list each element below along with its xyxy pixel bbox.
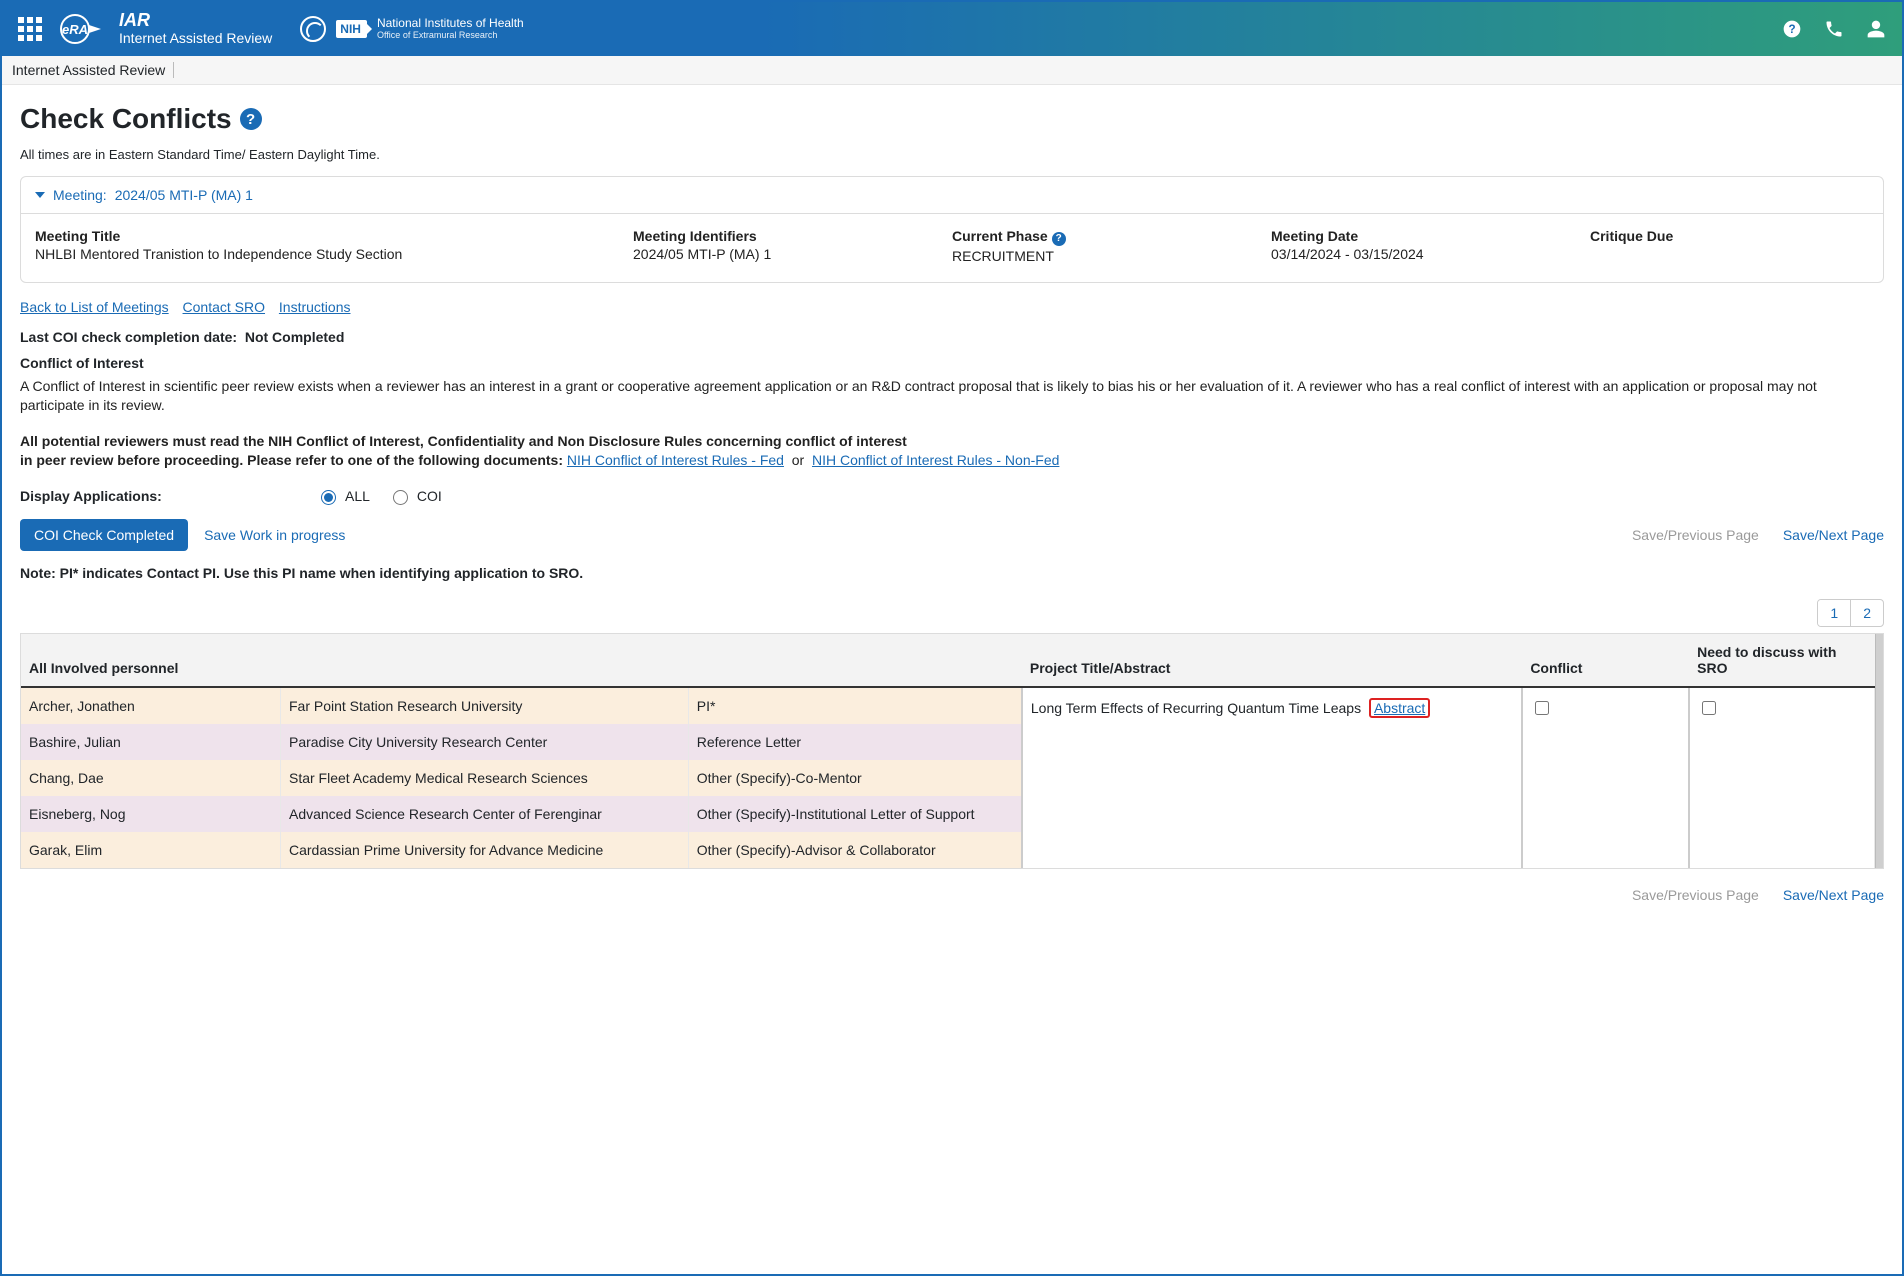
coi-rules-nonfed-link[interactable]: NIH Conflict of Interest Rules - Non-Fed xyxy=(812,452,1059,468)
abstract-link[interactable]: Abstract xyxy=(1369,698,1430,718)
critique-due-label: Critique Due xyxy=(1590,228,1869,244)
radio-coi[interactable]: COI xyxy=(388,487,442,505)
col-conflict: Conflict xyxy=(1522,634,1689,687)
discuss-cell xyxy=(1689,687,1874,868)
person-name: Eisneberg, Nog xyxy=(21,796,280,832)
hhs-nih-logo: NIH National Institutes of Health Office… xyxy=(300,16,523,42)
discuss-checkbox[interactable] xyxy=(1702,701,1716,715)
conflict-checkbox[interactable] xyxy=(1535,701,1549,715)
help-icon[interactable]: ? xyxy=(1782,19,1802,39)
phase-help-icon[interactable]: ? xyxy=(1052,232,1066,246)
phone-icon[interactable] xyxy=(1824,19,1844,39)
person-inst: Far Point Station Research University xyxy=(280,687,688,724)
save-previous-page-link-bottom: Save/Previous Page xyxy=(1632,887,1759,903)
conflicts-table: All Involved personnel Project Title/Abs… xyxy=(20,633,1884,869)
era-logo: eRA xyxy=(60,14,101,44)
app-launcher-icon[interactable] xyxy=(18,17,42,41)
person-role: Other (Specify)-Institutional Letter of … xyxy=(688,796,1022,832)
page-title: Check Conflicts ? xyxy=(20,103,1884,135)
current-phase-value: RECRUITMENT xyxy=(952,248,1231,264)
pagination: 1 2 xyxy=(20,599,1884,627)
svg-text:?: ? xyxy=(1788,23,1795,36)
hhs-icon xyxy=(300,16,326,42)
person-role: Reference Letter xyxy=(688,724,1022,760)
chevron-down-icon xyxy=(35,192,45,198)
person-name: Chang, Dae xyxy=(21,760,280,796)
coi-description: A Conflict of Interest in scientific pee… xyxy=(20,377,1884,416)
col-project: Project Title/Abstract xyxy=(1022,634,1522,687)
user-icon[interactable] xyxy=(1866,19,1886,39)
page-help-icon[interactable]: ? xyxy=(240,108,262,130)
app-title: IAR Internet Assisted Review xyxy=(119,11,272,46)
conflict-cell xyxy=(1522,687,1689,868)
contact-sro-link[interactable]: Contact SRO xyxy=(183,299,265,315)
top-banner: eRA IAR Internet Assisted Review NIH Nat… xyxy=(2,2,1902,56)
col-discuss: Need to discuss with SRO xyxy=(1689,634,1874,687)
display-applications-label: Display Applications: xyxy=(20,488,220,504)
coi-rules-fed-link[interactable]: NIH Conflict of Interest Rules - Fed xyxy=(567,452,784,468)
project-cell: Long Term Effects of Recurring Quantum T… xyxy=(1022,687,1522,868)
coi-heading: Conflict of Interest xyxy=(20,355,1884,371)
person-inst: Advanced Science Research Center of Fere… xyxy=(280,796,688,832)
save-next-page-link-bottom[interactable]: Save/Next Page xyxy=(1783,887,1884,903)
save-previous-page-link-top: Save/Previous Page xyxy=(1632,527,1759,543)
person-role: Other (Specify)-Co-Mentor xyxy=(688,760,1022,796)
coi-check-completed-button[interactable]: COI Check Completed xyxy=(20,519,188,551)
person-inst: Cardassian Prime University for Advance … xyxy=(280,832,688,868)
person-inst: Star Fleet Academy Medical Research Scie… xyxy=(280,760,688,796)
table-row: Archer, Jonathen Far Point Station Resea… xyxy=(21,687,1875,724)
breadcrumb-item[interactable]: Internet Assisted Review xyxy=(12,62,174,78)
radio-all[interactable]: ALL xyxy=(316,487,370,505)
coi-must-read: All potential reviewers must read the NI… xyxy=(20,432,1884,471)
save-work-in-progress-link[interactable]: Save Work in progress xyxy=(204,527,345,543)
person-role: PI* xyxy=(688,687,1022,724)
person-name: Garak, Elim xyxy=(21,832,280,868)
person-role: Other (Specify)-Advisor & Collaborator xyxy=(688,832,1022,868)
page-1[interactable]: 1 xyxy=(1818,600,1850,626)
breadcrumb: Internet Assisted Review xyxy=(2,56,1902,85)
meeting-date-value: 03/14/2024 - 03/15/2024 xyxy=(1271,246,1550,262)
back-to-meetings-link[interactable]: Back to List of Meetings xyxy=(20,299,169,315)
scrollbar[interactable] xyxy=(1875,634,1883,868)
current-phase-label: Current Phase? xyxy=(952,228,1231,246)
meeting-title-value: NHLBI Mentored Tranistion to Independenc… xyxy=(35,246,593,262)
meeting-title-label: Meeting Title xyxy=(35,228,593,244)
meeting-date-label: Meeting Date xyxy=(1271,228,1550,244)
person-name: Archer, Jonathen xyxy=(21,687,280,724)
nih-box-icon: NIH xyxy=(336,20,367,38)
col-personnel: All Involved personnel xyxy=(21,634,1022,687)
person-name: Bashire, Julian xyxy=(21,724,280,760)
instructions-link[interactable]: Instructions xyxy=(279,299,351,315)
pi-note: Note: PI* indicates Contact PI. Use this… xyxy=(20,565,1884,581)
save-next-page-link-top[interactable]: Save/Next Page xyxy=(1783,527,1884,543)
meeting-panel-toggle[interactable]: Meeting: 2024/05 MTI-P (MA) 1 xyxy=(21,177,1883,214)
meeting-ids-value: 2024/05 MTI-P (MA) 1 xyxy=(633,246,912,262)
meeting-ids-label: Meeting Identifiers xyxy=(633,228,912,244)
page-2[interactable]: 2 xyxy=(1850,600,1883,626)
last-coi-status: Last COI check completion date: Not Comp… xyxy=(20,329,1884,345)
meeting-panel: Meeting: 2024/05 MTI-P (MA) 1 Meeting Ti… xyxy=(20,176,1884,283)
timezone-note: All times are in Eastern Standard Time/ … xyxy=(20,147,1884,162)
person-inst: Paradise City University Research Center xyxy=(280,724,688,760)
